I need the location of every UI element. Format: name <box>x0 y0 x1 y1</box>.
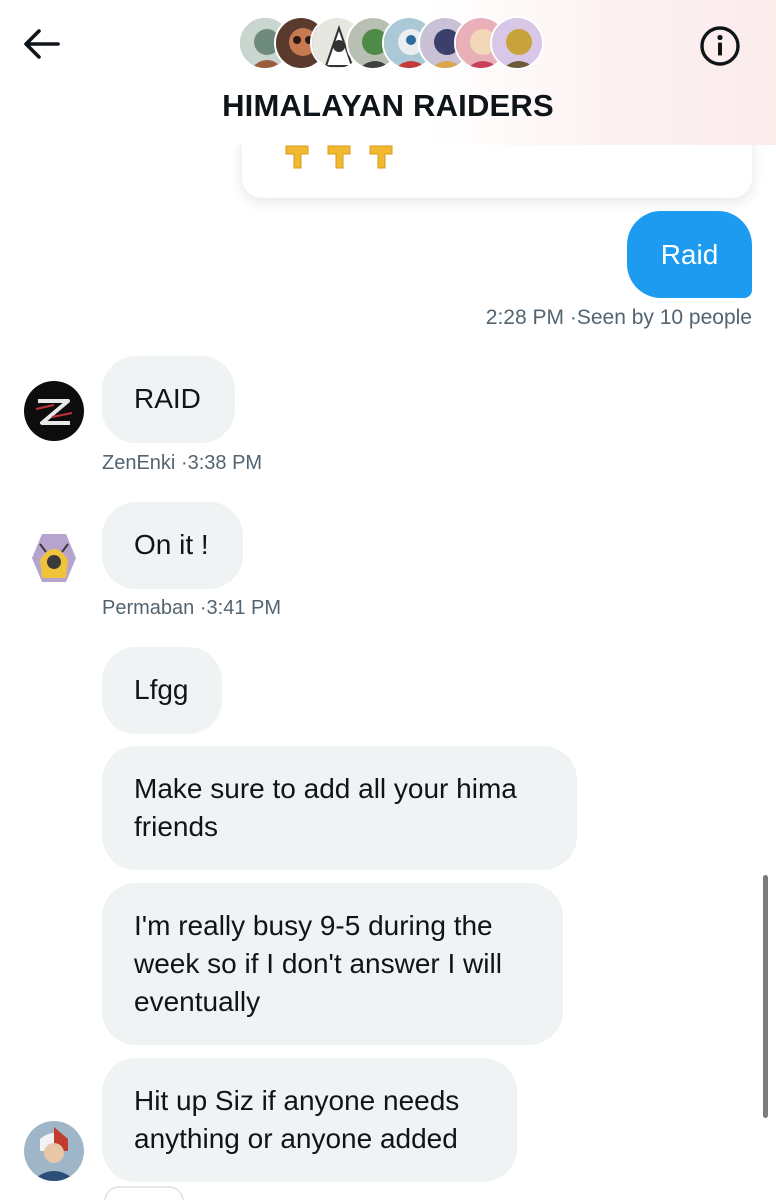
message-time: 3:41 PM <box>206 597 281 619</box>
sender-avatar[interactable] <box>24 1121 84 1181</box>
back-button[interactable] <box>22 26 62 62</box>
incoming-message-bubble[interactable]: Make sure to add all your hima friends <box>102 746 577 870</box>
seen-status: Seen by 10 people <box>576 306 752 329</box>
sender-avatar-permaban[interactable] <box>26 530 82 586</box>
scrollbar[interactable] <box>763 875 768 1118</box>
incoming-message-bubble[interactable]: Lfgg <box>102 647 222 734</box>
meta-separator: · <box>180 452 188 474</box>
outgoing-message-bubble[interactable]: Raid <box>627 211 752 298</box>
arrow-left-icon <box>24 29 60 59</box>
member-avatar <box>490 16 544 70</box>
info-icon <box>700 26 740 66</box>
conversation-header: HIMALAYAN RAIDERS <box>0 0 776 145</box>
outgoing-message-meta: 2:28 PM ·Seen by 10 people <box>486 306 752 330</box>
group-title[interactable]: HIMALAYAN RAIDERS <box>0 88 776 124</box>
sender-avatar-zenenki[interactable] <box>24 381 84 441</box>
incoming-message-meta: Permaban ·3:41 PM <box>102 597 281 620</box>
incoming-message-meta: ZenEnki ·3:38 PM <box>102 452 262 475</box>
reaction-pill[interactable] <box>104 1186 184 1200</box>
meta-separator: · <box>569 306 577 329</box>
message-time: 2:28 PM <box>485 306 564 329</box>
sender-name[interactable]: Permaban <box>102 597 194 619</box>
message-time: 3:38 PM <box>187 452 263 474</box>
conversation-info-button[interactable] <box>698 24 742 68</box>
meta-separator: · <box>199 597 207 619</box>
incoming-message-bubble[interactable]: Hit up Siz if anyone needs anything or a… <box>102 1058 517 1182</box>
incoming-message-bubble[interactable]: RAID <box>102 356 235 443</box>
group-member-avatars[interactable] <box>238 16 548 70</box>
incoming-message-bubble[interactable]: I'm really busy 9-5 during the week so i… <box>102 883 563 1045</box>
sender-name[interactable]: ZenEnki <box>102 452 175 474</box>
incoming-message-bubble[interactable]: On it ! <box>102 502 243 589</box>
